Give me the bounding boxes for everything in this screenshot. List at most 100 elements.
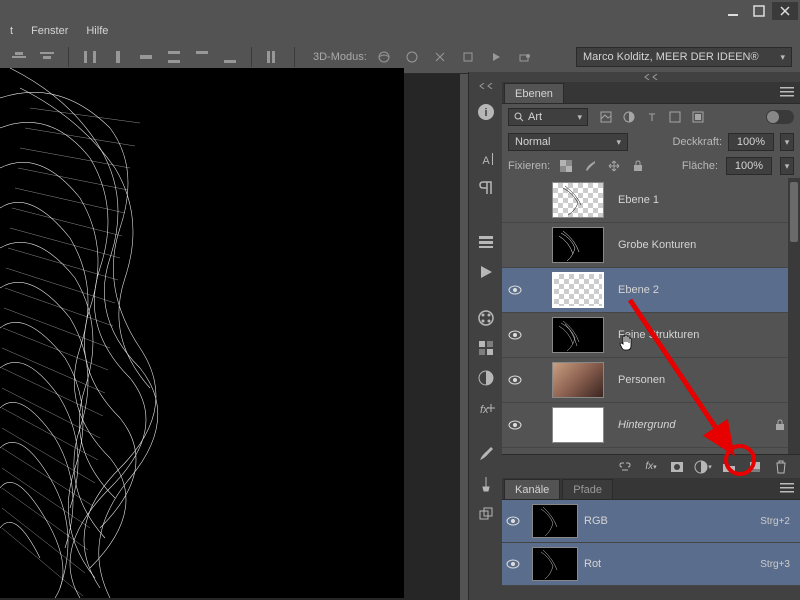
distribute-icon-4[interactable] (163, 46, 185, 68)
link-layers-icon[interactable] (616, 458, 634, 476)
layer-thumbnail[interactable] (552, 182, 604, 218)
menu-bar: t Fenster Hilfe (0, 22, 800, 40)
menu-hilfe[interactable]: Hilfe (86, 25, 108, 37)
layer-name[interactable]: Ebene 2 (618, 284, 659, 296)
panel-collapse-handle-icon[interactable] (502, 72, 800, 82)
fx-icon[interactable]: fx▾ (642, 458, 660, 476)
swatches-icon[interactable] (472, 334, 500, 362)
layer-name[interactable]: Ebene 1 (618, 194, 659, 206)
layer-thumbnail[interactable] (552, 362, 604, 398)
layer-row[interactable]: Grobe Konturen (502, 223, 800, 268)
tab-ebenen[interactable]: Ebenen (504, 83, 564, 103)
distribute-icon-3[interactable] (135, 46, 157, 68)
filter-smart-icon[interactable] (690, 109, 706, 125)
properties-icon[interactable] (472, 228, 500, 256)
channel-thumbnail[interactable] (532, 547, 578, 581)
filter-pixel-icon[interactable] (598, 109, 614, 125)
visibility-toggle[interactable] (506, 191, 524, 209)
panel-menu-icon[interactable] (780, 86, 796, 100)
lock-transparency-icon[interactable] (558, 158, 574, 174)
collapse-handle-icon[interactable] (471, 80, 501, 92)
opacity-dropdown-arrow[interactable] (780, 133, 794, 151)
adjustment-layer-icon[interactable]: ▾ (694, 458, 712, 476)
layer-row[interactable]: Personen (502, 358, 800, 403)
align-icon-2[interactable] (36, 46, 58, 68)
color-icon[interactable] (472, 304, 500, 332)
layer-thumbnail[interactable] (552, 272, 604, 308)
delete-layer-icon[interactable] (772, 458, 790, 476)
blend-mode-dropdown[interactable]: Normal (508, 133, 628, 151)
3d-icon-6[interactable] (513, 46, 535, 68)
distribute-icon-7[interactable] (262, 46, 284, 68)
channel-row[interactable]: RGB Strg+2 (502, 500, 800, 543)
tab-pfade[interactable]: Pfade (562, 479, 613, 499)
layer-name[interactable]: Personen (618, 374, 665, 386)
fill-label: Fläche: (682, 160, 718, 172)
layer-thumbnail[interactable] (552, 407, 604, 443)
fill-dropdown-arrow[interactable] (780, 157, 794, 175)
layer-name[interactable]: Feine Strukturen (618, 329, 699, 341)
distribute-icon-6[interactable] (219, 46, 241, 68)
layer-name[interactable]: Grobe Konturen (618, 239, 696, 251)
channel-row[interactable]: Rot Strg+3 (502, 543, 800, 586)
menu-fenster[interactable]: Fenster (31, 25, 68, 37)
3d-icon-5[interactable] (485, 46, 507, 68)
info-icon[interactable]: i (472, 98, 500, 126)
distribute-icon-1[interactable] (79, 46, 101, 68)
visibility-toggle[interactable] (506, 371, 524, 389)
visibility-toggle[interactable] (506, 516, 520, 526)
maximize-button[interactable] (746, 2, 772, 20)
lock-pixels-icon[interactable] (582, 158, 598, 174)
character-icon[interactable]: A (472, 144, 500, 172)
workspace-dropdown[interactable]: Marco Kolditz, MEER DER IDEEN® (576, 47, 792, 67)
tab-kanaele[interactable]: Kanäle (504, 479, 560, 499)
layer-row[interactable]: Ebene 1 (502, 178, 800, 223)
filter-toggle-switch[interactable] (766, 110, 794, 124)
play-icon[interactable] (472, 258, 500, 286)
layer-mask-icon[interactable] (668, 458, 686, 476)
layer-row[interactable]: Ebene 2 (502, 268, 800, 313)
visibility-toggle[interactable] (506, 236, 524, 254)
channel-thumbnail[interactable] (532, 504, 578, 538)
3d-icon-2[interactable] (401, 46, 423, 68)
lock-all-icon[interactable] (630, 158, 646, 174)
visibility-toggle[interactable] (506, 281, 524, 299)
fill-input[interactable]: 100% (726, 157, 772, 175)
visibility-toggle[interactable] (506, 416, 524, 434)
opacity-input[interactable]: 100% (728, 133, 774, 151)
new-layer-icon[interactable] (746, 458, 764, 476)
svg-text:fx: fx (480, 404, 489, 416)
document-canvas[interactable] (0, 68, 404, 598)
layer-filter-type-dropdown[interactable]: Art (508, 108, 588, 126)
adjustments-panel-icon[interactable] (472, 364, 500, 392)
panel-menu-icon[interactable] (780, 482, 796, 496)
group-icon[interactable] (720, 458, 738, 476)
minimize-button[interactable] (720, 2, 746, 20)
lock-position-icon[interactable] (606, 158, 622, 174)
brush-presets-icon[interactable] (472, 470, 500, 498)
filter-shape-icon[interactable] (667, 109, 683, 125)
align-icon-1[interactable] (8, 46, 30, 68)
menu-t[interactable]: t (10, 25, 13, 37)
layer-row[interactable]: Feine Strukturen (502, 313, 800, 358)
layer-row[interactable]: Hintergrund (502, 403, 800, 448)
distribute-icon-5[interactable] (191, 46, 213, 68)
filter-type-icon[interactable]: T (644, 109, 660, 125)
paragraph-icon[interactable] (472, 174, 500, 202)
close-button[interactable] (772, 2, 798, 20)
visibility-toggle[interactable] (506, 326, 524, 344)
layer-scrollbar[interactable] (788, 178, 800, 454)
layer-thumbnail[interactable] (552, 317, 604, 353)
opacity-label: Deckkraft: (672, 136, 722, 148)
clone-source-icon[interactable] (472, 500, 500, 528)
visibility-toggle[interactable] (506, 559, 520, 569)
3d-icon-4[interactable] (457, 46, 479, 68)
brush-icon[interactable] (472, 440, 500, 468)
filter-adjustment-icon[interactable] (621, 109, 637, 125)
layer-thumbnail[interactable] (552, 227, 604, 263)
styles-icon[interactable]: fx (472, 394, 500, 422)
3d-icon-3[interactable] (429, 46, 451, 68)
layer-name[interactable]: Hintergrund (618, 419, 675, 431)
3d-icon-1[interactable] (373, 46, 395, 68)
distribute-icon-2[interactable] (107, 46, 129, 68)
